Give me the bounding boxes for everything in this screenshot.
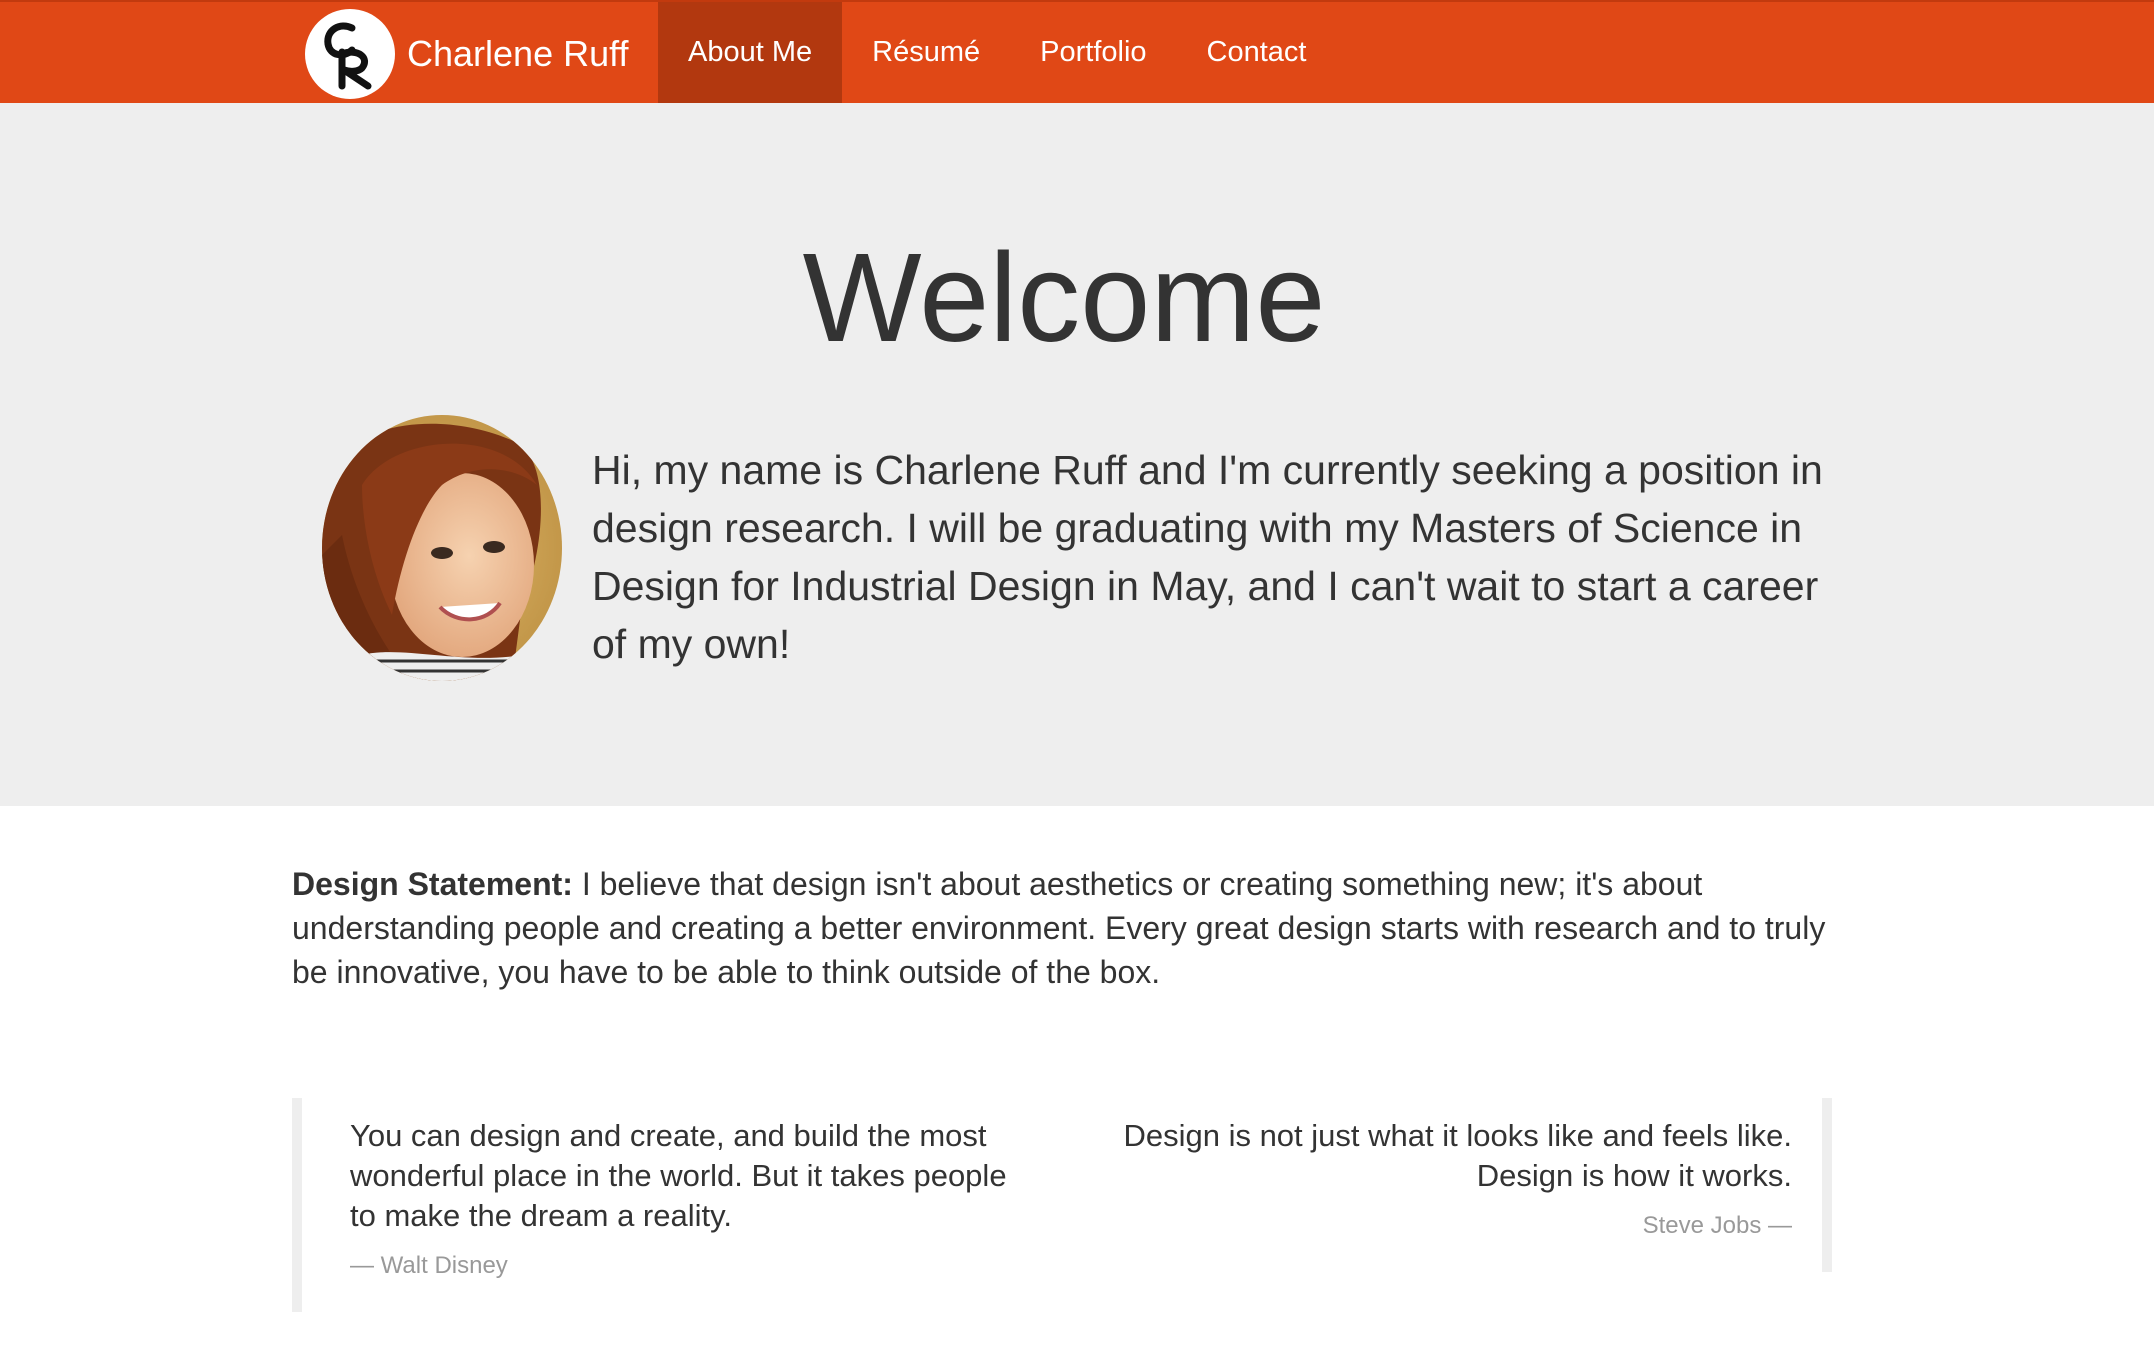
cr-logo-icon <box>305 9 395 99</box>
hero-section: Welcome Hi, my name is Charlene Ruff and… <box>0 103 2154 806</box>
brand-name: Charlene Ruff <box>407 33 629 74</box>
intro-text: Hi, my name is Charlene Ruff and I'm cur… <box>592 447 1823 667</box>
design-statement-label: Design Statement: <box>292 866 573 902</box>
profile-photo <box>322 415 562 681</box>
quote-steve-jobs: Design is not just what it looks like an… <box>1080 1098 1832 1272</box>
design-statement: Design Statement: I believe that design … <box>292 862 1852 994</box>
quote-author: Steve Jobs — <box>1642 1212 1792 1239</box>
brand-link[interactable]: Charlene Ruff <box>305 8 628 100</box>
quote-walt-disney: You can design and create, and build the… <box>292 1098 1012 1312</box>
quote-text: Design is not just what it looks like an… <box>1123 1118 1792 1193</box>
nav-item-about-me[interactable]: About Me <box>658 2 843 103</box>
quote-author: — Walt Disney <box>350 1252 508 1279</box>
top-navbar: Charlene Ruff About Me Résumé Portfolio … <box>0 0 2154 103</box>
nav-item-portfolio[interactable]: Portfolio <box>1010 2 1176 103</box>
page-title: Welcome <box>802 227 1326 368</box>
nav-item-contact[interactable]: Contact <box>1177 2 1337 103</box>
nav-item-resume[interactable]: Résumé <box>842 2 1010 103</box>
nav-menu: About Me Résumé Portfolio Contact <box>658 2 1336 103</box>
quote-text: You can design and create, and build the… <box>350 1118 1007 1233</box>
